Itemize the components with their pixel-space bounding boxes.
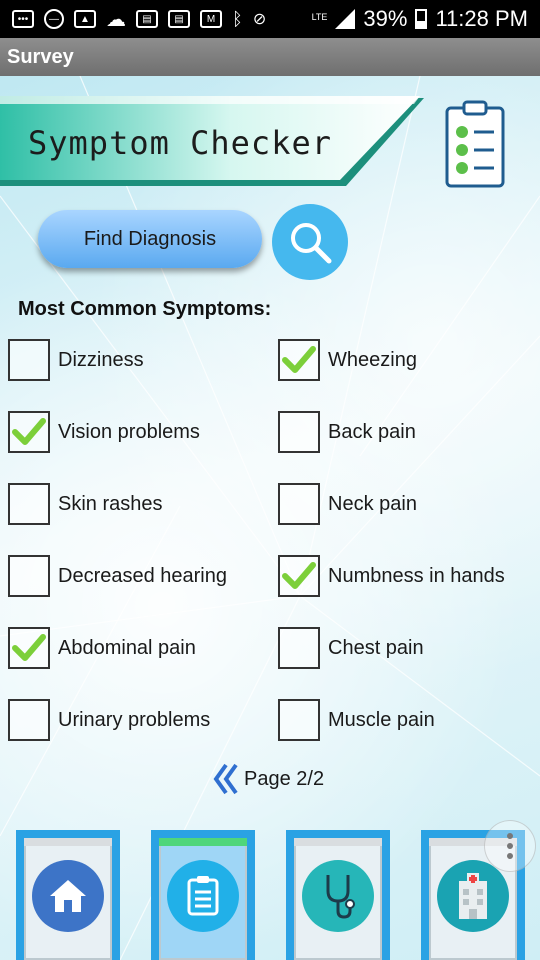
- dot-icon: [507, 843, 513, 849]
- symptom-checkbox[interactable]: [8, 339, 50, 381]
- symptom-item[interactable]: Muscle pain: [278, 698, 435, 742]
- cloud-icon: ☁: [106, 8, 126, 31]
- main-content: Symptom Checker Find Diagnosis Most Comm…: [0, 76, 540, 960]
- nav-tile-strip: [159, 838, 247, 846]
- dot-icon: [507, 833, 513, 839]
- symptom-checkbox[interactable]: [8, 699, 50, 741]
- hospital-icon: [437, 860, 509, 932]
- symptom-label: Urinary problems: [58, 708, 211, 731]
- nav-survey[interactable]: [151, 830, 255, 960]
- signal-icon: [335, 9, 356, 29]
- symptom-item[interactable]: Neck pain: [278, 482, 417, 526]
- page-indicator: Page 2/2: [244, 767, 325, 790]
- news-icon: ▤: [168, 10, 190, 28]
- symptom-label: Chest pain: [328, 636, 424, 659]
- section-title: Most Common Symptoms:: [18, 298, 272, 320]
- find-diagnosis-button[interactable]: Find Diagnosis: [38, 210, 262, 268]
- nav-tile-strip: [24, 838, 112, 846]
- status-right: LTE 39% 11:28 PM: [312, 6, 528, 32]
- symptom-label: Vision problems: [58, 420, 200, 443]
- symptom-label: Skin rashes: [58, 492, 163, 515]
- stethoscope-icon: [302, 860, 374, 932]
- symptom-item[interactable]: Vision problems: [8, 410, 200, 454]
- symptom-item[interactable]: Chest pain: [278, 626, 424, 670]
- news-icon: ▤: [136, 10, 158, 28]
- symptom-label: Wheezing: [328, 348, 417, 371]
- symptom-checkbox[interactable]: [278, 555, 320, 597]
- symptom-label: Abdominal pain: [58, 636, 196, 659]
- symptom-checkbox[interactable]: [8, 483, 50, 525]
- clipboard-list-icon: [167, 860, 239, 932]
- symptom-item[interactable]: Decreased hearing: [8, 554, 227, 598]
- status-bar: ••• — ▲ ☁ ▤ ▤ M ᛒ ⊘ LTE 39% 11:28 PM: [0, 0, 540, 38]
- nav-tile-strip: [294, 838, 382, 846]
- battery-icon: [415, 9, 428, 29]
- nav-home[interactable]: [16, 830, 120, 960]
- symptom-item[interactable]: Numbness in hands: [278, 554, 505, 598]
- symptom-checkbox[interactable]: [8, 411, 50, 453]
- gmail-icon: M: [200, 10, 222, 28]
- messages-icon: •••: [12, 10, 34, 28]
- home-icon: [32, 860, 104, 932]
- app-bar: Survey: [0, 38, 540, 76]
- battery-percent: 39%: [363, 6, 408, 31]
- symptom-item[interactable]: Skin rashes: [8, 482, 163, 526]
- symptom-item[interactable]: Abdominal pain: [8, 626, 196, 670]
- image-icon: ▲: [74, 10, 96, 28]
- vibrate-icon: ⊘: [252, 11, 267, 28]
- symptom-item[interactable]: Back pain: [278, 410, 416, 454]
- clipboard-checklist-icon: [445, 100, 505, 188]
- clock: 11:28 PM: [435, 6, 528, 31]
- double-chevron-left-icon[interactable]: [212, 762, 240, 796]
- symptom-label: Dizziness: [58, 348, 144, 371]
- symptom-checkbox[interactable]: [278, 699, 320, 741]
- symptom-label: Back pain: [328, 420, 416, 443]
- symptom-checkbox[interactable]: [278, 483, 320, 525]
- symptom-checkbox[interactable]: [278, 627, 320, 669]
- symptom-checkbox[interactable]: [8, 555, 50, 597]
- symptom-checkbox[interactable]: [8, 627, 50, 669]
- bluetooth-icon: ᛒ: [232, 8, 243, 29]
- symptom-label: Muscle pain: [328, 708, 435, 731]
- page-title: Symptom Checker: [28, 124, 332, 162]
- symptom-checkbox[interactable]: [278, 411, 320, 453]
- checkmark-icon: [282, 562, 316, 589]
- notification-icons: ••• — ▲ ☁ ▤ ▤ M ᛒ ⊘: [12, 7, 266, 32]
- dot-icon: [507, 853, 513, 859]
- pager: Page 2/2: [212, 762, 324, 796]
- symptom-label: Neck pain: [328, 492, 417, 515]
- app-title: Survey: [7, 46, 74, 68]
- symptom-label: Numbness in hands: [328, 564, 505, 587]
- checkmark-icon: [282, 346, 316, 373]
- symptom-checkbox[interactable]: [278, 339, 320, 381]
- nav-doctor[interactable]: [286, 830, 390, 960]
- checkmark-icon: [12, 418, 46, 445]
- search-button[interactable]: [272, 204, 348, 280]
- checkmark-icon: [12, 634, 46, 661]
- symptom-item[interactable]: Dizziness: [8, 338, 144, 382]
- symptom-item[interactable]: Wheezing: [278, 338, 417, 382]
- network-type: LTE: [311, 12, 328, 22]
- search-icon: [291, 223, 332, 264]
- symptom-label: Decreased hearing: [58, 564, 227, 587]
- do-not-disturb-icon: —: [44, 9, 64, 29]
- symptom-item[interactable]: Urinary problems: [8, 698, 210, 742]
- overflow-menu-button[interactable]: [484, 820, 536, 872]
